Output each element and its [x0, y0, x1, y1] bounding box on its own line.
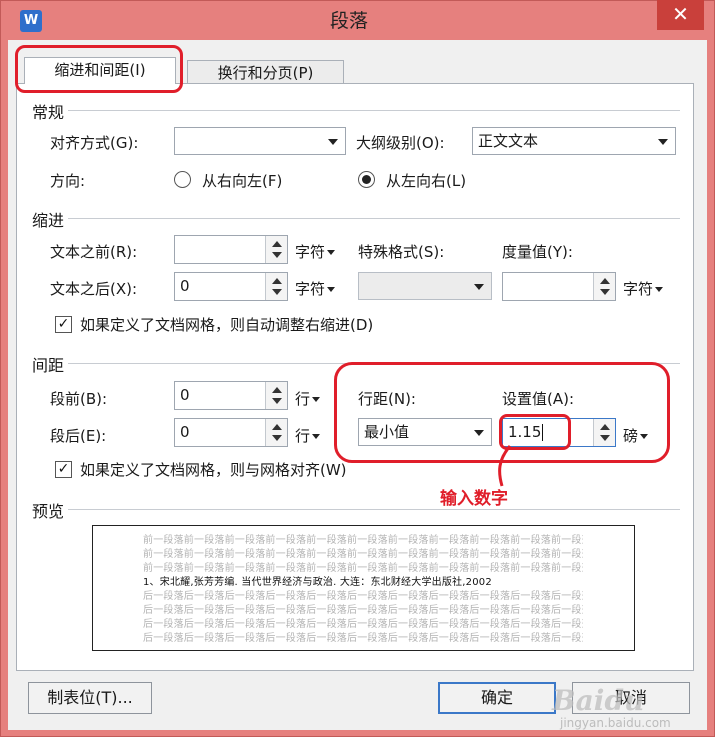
preview-next-paragraph: 后一段落后一段落后一段落后一段落后一段落后一段落后一段落后一段落后一段落后一段落… — [143, 619, 583, 630]
unit-label: 行 — [295, 390, 311, 408]
auto-adjust-indent-checkbox[interactable]: ✓ — [55, 316, 72, 333]
special-format-label: 特殊格式(S): — [358, 243, 445, 261]
wps-app-icon: W — [20, 10, 42, 32]
preview-previous-paragraph: 前一段落前一段落前一段落前一段落前一段落前一段落前一段落前一段落前一段落前一段落… — [143, 563, 583, 574]
auto-adjust-indent-label[interactable]: 如果定义了文档网格，则自动调整右缩进(D) — [80, 314, 373, 335]
group-title-general: 常规 — [32, 99, 69, 123]
close-button[interactable]: ✕ — [657, 0, 704, 30]
ltr-radio[interactable] — [358, 171, 375, 188]
outline-level-select[interactable]: 正文文本 — [472, 127, 676, 155]
alignment-select[interactable] — [174, 127, 346, 155]
space-before-spinner[interactable]: 0 — [174, 381, 288, 410]
outline-level-label: 大纲级别(O): — [356, 134, 445, 152]
space-after-spinner[interactable]: 0 — [174, 418, 288, 447]
dialog-title: 段落 — [330, 10, 369, 32]
measure-label: 度量值(Y): — [502, 243, 573, 261]
space-before-label: 段前(B): — [50, 390, 108, 408]
snap-to-grid-checkbox[interactable]: ✓ — [55, 461, 72, 478]
unit-label: 字符 — [295, 280, 326, 298]
preview-pane: 前一段落前一段落前一段落前一段落前一段落前一段落前一段落前一段落前一段落前一段落… — [92, 525, 635, 651]
spin-down-icon[interactable] — [272, 289, 282, 295]
spin-down-icon[interactable] — [600, 289, 610, 295]
indent-before-unit-dropdown[interactable]: 字符 — [295, 241, 336, 262]
chevron-down-icon — [312, 397, 321, 402]
group-divider — [32, 509, 680, 510]
direction-label: 方向: — [50, 172, 86, 190]
chevron-down-icon — [312, 434, 321, 439]
preview-previous-paragraph: 前一段落前一段落前一段落前一段落前一段落前一段落前一段落前一段落前一段落前一段落… — [143, 549, 583, 560]
spin-buttons[interactable] — [265, 419, 287, 446]
spin-buttons[interactable] — [265, 382, 287, 409]
preview-next-paragraph: 后一段落后一段落后一段落后一段落后一段落后一段落后一段落后一段落后一段落后一段落… — [143, 633, 583, 644]
baidu-watermark: Baidu — [552, 684, 645, 717]
spin-up-icon[interactable] — [272, 424, 282, 430]
measure-unit-dropdown[interactable]: 字符 — [623, 278, 664, 299]
annotation-connector — [498, 445, 512, 487]
chevron-down-icon — [327, 287, 336, 292]
snap-to-grid-label[interactable]: 如果定义了文档网格，则与网格对齐(W) — [80, 459, 347, 480]
measure-spinner[interactable] — [502, 272, 616, 301]
chevron-down-icon — [328, 139, 338, 145]
preview-current-paragraph: 1、宋北耀,张芳芳编. 当代世界经济与政治. 大连：东北财经大学出版社,2002 — [143, 577, 492, 588]
indent-after-label: 文本之后(X): — [50, 280, 138, 298]
group-title-spacing: 间距 — [32, 352, 69, 376]
rtl-radio[interactable] — [174, 171, 191, 188]
ltr-label[interactable]: 从左向右(L) — [386, 170, 466, 191]
special-format-select[interactable] — [358, 272, 492, 300]
unit-label: 行 — [295, 427, 311, 445]
indent-after-value: 0 — [180, 277, 190, 295]
unit-label: 字符 — [623, 280, 654, 298]
spin-up-icon[interactable] — [272, 278, 282, 284]
chevron-down-icon — [474, 284, 484, 290]
space-after-label: 段后(E): — [50, 427, 107, 445]
group-divider — [32, 110, 680, 111]
space-before-value: 0 — [180, 386, 190, 404]
alignment-label: 对齐方式(G): — [50, 134, 139, 152]
space-after-unit-dropdown[interactable]: 行 — [295, 425, 321, 446]
indent-after-unit-dropdown[interactable]: 字符 — [295, 278, 336, 299]
indent-after-spinner[interactable]: 0 — [174, 272, 288, 301]
spin-buttons[interactable] — [593, 273, 615, 300]
group-title-indent: 缩进 — [32, 207, 69, 231]
spin-buttons[interactable] — [265, 273, 287, 300]
chevron-down-icon — [658, 139, 668, 145]
preview-next-paragraph: 后一段落后一段落后一段落后一段落后一段落后一段落后一段落后一段落后一段落后一段落… — [143, 605, 583, 616]
spin-up-icon[interactable] — [272, 241, 282, 247]
outline-level-value: 正文文本 — [478, 132, 539, 150]
spin-down-icon[interactable] — [272, 435, 282, 441]
spin-buttons[interactable] — [265, 236, 287, 263]
group-title-preview: 预览 — [32, 498, 69, 522]
space-after-value: 0 — [180, 423, 190, 441]
spin-up-icon[interactable] — [600, 278, 610, 284]
rtl-label[interactable]: 从右向左(F) — [202, 170, 282, 191]
baidu-watermark-url: jingyan.baidu.com — [560, 716, 671, 730]
space-before-unit-dropdown[interactable]: 行 — [295, 388, 321, 409]
spin-up-icon[interactable] — [272, 387, 282, 393]
close-icon: ✕ — [672, 2, 689, 26]
chevron-down-icon — [655, 287, 664, 292]
indent-before-label: 文本之前(R): — [50, 243, 138, 261]
preview-next-paragraph: 后一段落后一段落后一段落后一段落后一段落后一段落后一段落后一段落后一段落后一段落… — [143, 591, 583, 602]
unit-label: 字符 — [295, 243, 326, 261]
ok-button[interactable]: 确定 — [438, 682, 556, 714]
annotation-text: 输入数字 — [440, 489, 508, 509]
group-divider — [32, 218, 680, 219]
spin-down-icon[interactable] — [272, 252, 282, 258]
preview-previous-paragraph: 前一段落前一段落前一段落前一段落前一段落前一段落前一段落前一段落前一段落前一段落… — [143, 535, 583, 546]
chevron-down-icon — [327, 250, 336, 255]
tab-label: 换行和分页(P) — [217, 64, 314, 82]
tab-highlight-ring — [15, 45, 183, 93]
tab-stops-button[interactable]: 制表位(T)... — [28, 682, 152, 714]
spin-down-icon[interactable] — [272, 398, 282, 404]
indent-before-spinner[interactable] — [174, 235, 288, 264]
